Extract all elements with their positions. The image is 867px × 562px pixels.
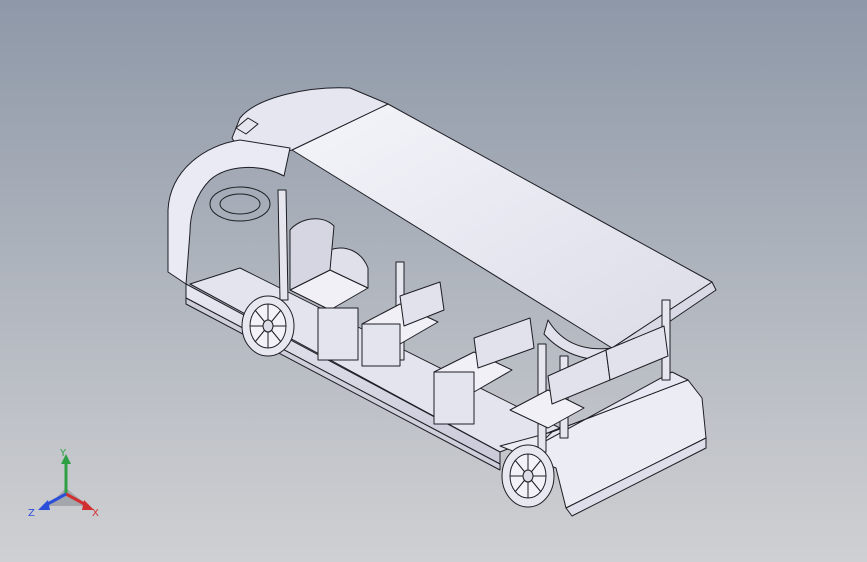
- seat-row-1: [289, 218, 369, 311]
- triad-z-label: Z: [28, 508, 35, 519]
- triad-y-label: Y: [59, 448, 67, 459]
- steering-wheel-inner: [219, 193, 261, 215]
- orientation-triad[interactable]: Y X Z: [26, 448, 104, 524]
- steering-wheel: [209, 186, 271, 222]
- graphics-viewport[interactable]: Y X Z: [0, 0, 867, 562]
- rear-wheel: [501, 444, 555, 508]
- front-wheel: [241, 295, 295, 357]
- front-seat-box: [317, 307, 359, 361]
- bus-model[interactable]: [0, 0, 867, 562]
- triad-x-label: X: [92, 508, 99, 519]
- pillar-front-left: [277, 189, 289, 301]
- z-axis-arrow: [38, 500, 50, 510]
